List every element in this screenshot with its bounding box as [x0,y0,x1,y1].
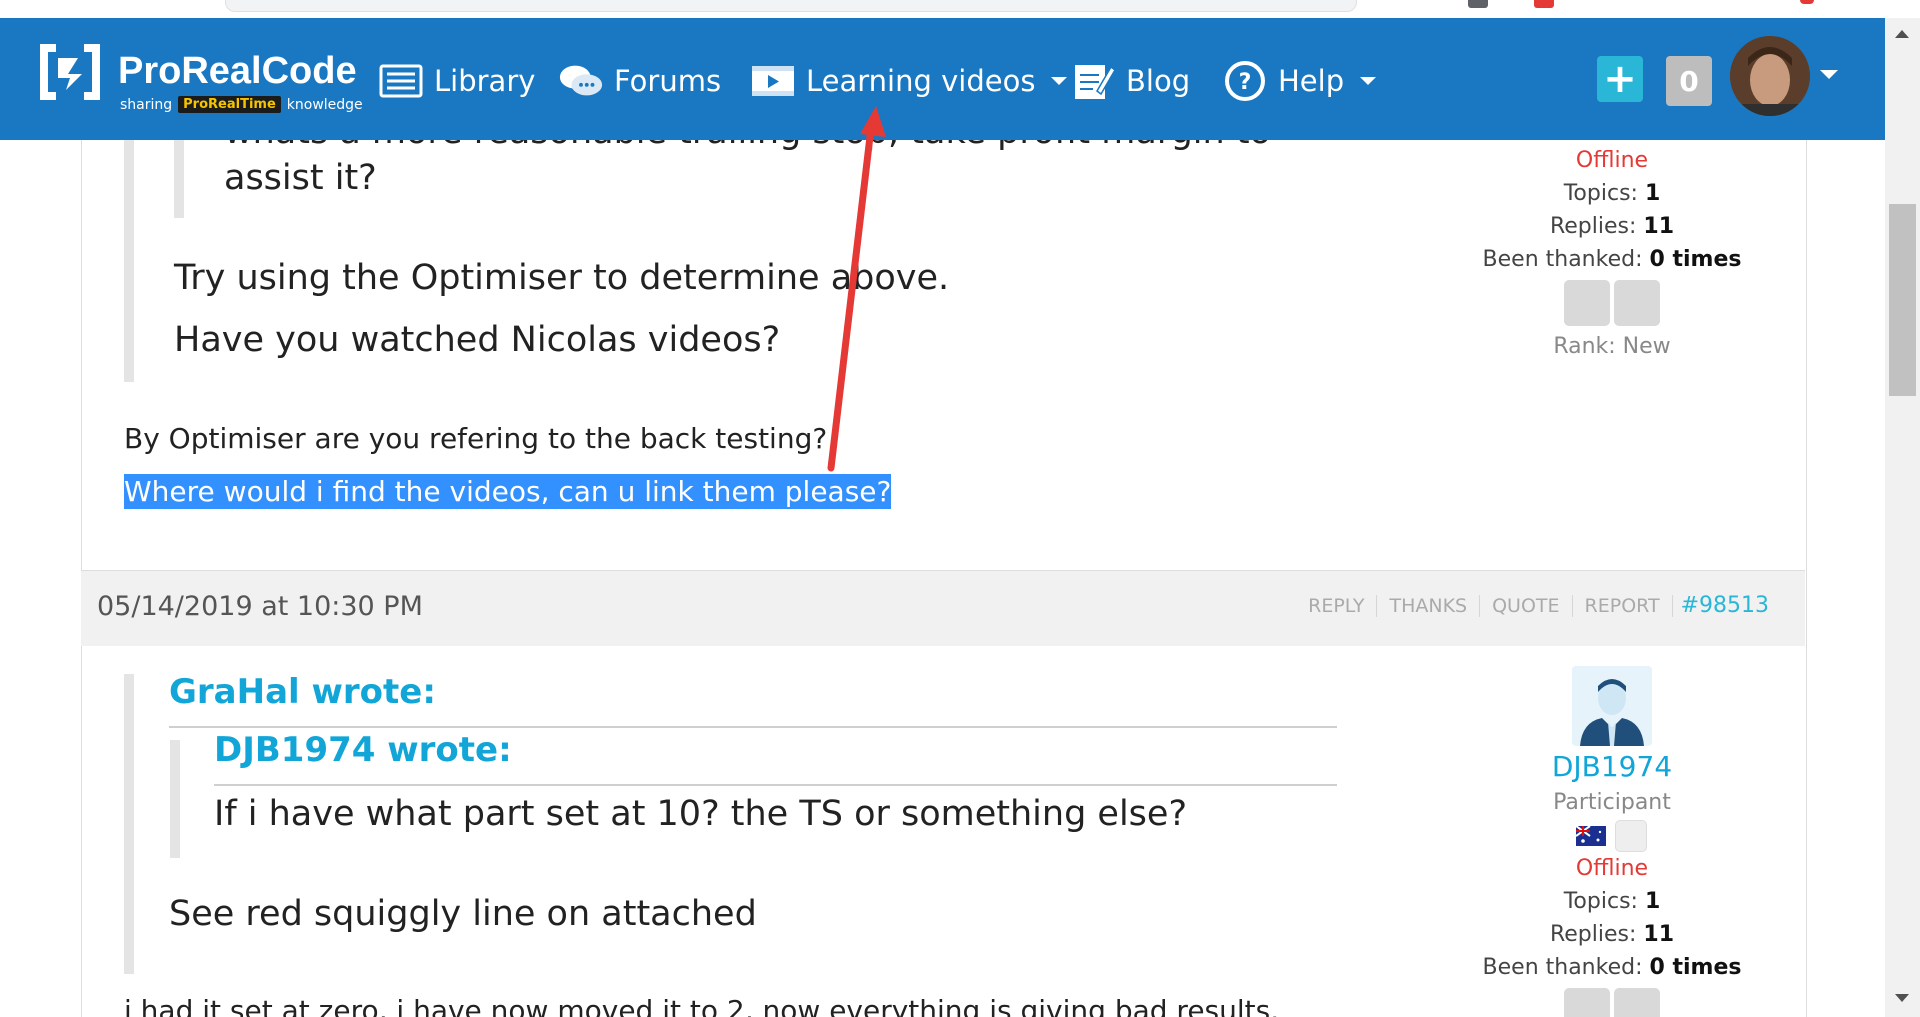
quote-text: whats a more reasonable trailing stop, t… [224,140,1271,152]
post-author-info: DJB1974 Participant Offline Topics: 1 Re… [1482,666,1742,1017]
quote-author: GraHal wrote: [169,672,436,712]
quote-text: See red squiggly line on attached [169,894,757,934]
user-badges [1482,819,1742,852]
scrollbar-thumb[interactable] [1889,204,1916,396]
extension-icon[interactable] [1800,0,1814,4]
report-link[interactable]: REPORT [1573,594,1673,617]
nav-help[interactable]: ? Help [1222,56,1377,106]
edit-icon[interactable] [1564,988,1610,1017]
quote-text: Have you watched Nicolas videos? [174,320,781,360]
nav-label: Learning videos [806,64,1036,98]
page-scrollbar[interactable] [1885,18,1920,1017]
quote-bar [170,740,180,858]
add-button[interactable]: + [1597,56,1643,102]
nav-blog[interactable]: Blog [1070,56,1190,106]
user-name[interactable]: DJB1974 [1482,748,1742,786]
megaphone-icon[interactable] [1614,280,1660,326]
video-icon [750,60,796,102]
chevron-down-icon [1360,77,1377,85]
site-header: ProRealCode sharing ProRealTime knowledg… [0,18,1885,140]
post-author-info: Offline Topics: 1 Replies: 11 Been thank… [1482,140,1742,363]
browser-toolbar-strip [0,0,1920,18]
quote-text: assist it? [224,158,377,198]
quote-text: If i have what part set at 10? the TS or… [214,794,1188,834]
logo-icon [40,44,100,100]
nav-library[interactable]: Library [378,56,535,106]
extension-icon[interactable] [1534,0,1554,8]
user-action-buttons [1482,984,1742,1017]
library-icon [378,60,424,102]
post-date: 05/14/2019 at 10:30 PM [97,591,423,622]
scroll-down-icon[interactable] [1895,994,1909,1002]
selected-post-text[interactable]: Where would i find the videos, can u lin… [124,474,892,509]
blog-icon [1070,60,1116,102]
user-action-buttons [1482,276,1742,330]
forum-post: GraHal wrote: DJB1974 wrote: If i have w… [81,646,1807,1017]
site-logo[interactable]: ProRealCode sharing ProRealTime knowledg… [30,40,363,120]
megaphone-icon[interactable] [1614,988,1660,1017]
user-topics: Topics: 1 [1563,889,1661,914]
nav-forums[interactable]: Forums [558,56,721,106]
reply-link[interactable]: REPLY [1296,594,1378,617]
user-status: Offline [1575,856,1649,881]
thanks-link[interactable]: THANKS [1377,594,1481,617]
extension-icon[interactable] [1468,0,1488,8]
quote-author: DJB1974 wrote: [214,730,512,770]
user-avatar[interactable] [1482,666,1742,748]
user-thanked: Been thanked: 0 times [1482,247,1742,272]
nav-learning-videos[interactable]: Learning videos [750,56,1068,106]
chevron-down-icon[interactable] [1820,70,1838,79]
quote-bar [174,140,184,218]
user-role: Participant [1553,790,1671,815]
post-text: i had it set at zero, i have now moved i… [124,994,1280,1017]
logo-name: ProRealCode [118,50,357,92]
post-header: 05/14/2019 at 10:30 PM REPLY THANKS QUOT… [81,570,1805,647]
post-text: By Optimiser are you refering to the bac… [124,422,828,455]
address-bar[interactable] [225,0,1357,12]
divider [169,726,1337,728]
post-actions: REPLY THANKS QUOTE REPORT #98513 [1296,593,1769,618]
nav-label: Forums [614,64,722,98]
user-replies: Replies: 11 [1549,214,1675,239]
quote-bar [124,674,134,974]
nav-label: Help [1278,64,1345,98]
divider [214,784,1337,786]
nav-label: Blog [1126,64,1191,98]
forum-thread: whats a more reasonable trailing stop, t… [0,140,1885,1017]
user-status: Offline [1575,148,1649,173]
post-permalink[interactable]: #98513 [1681,593,1769,618]
user-replies: Replies: 11 [1549,922,1675,947]
logo-tag-right: knowledge [286,96,363,113]
quote-text: Try using the Optimiser to determine abo… [174,258,950,298]
scroll-up-icon[interactable] [1895,30,1909,38]
logo-tag-pill: ProRealTime [178,96,281,113]
user-topics: Topics: 1 [1563,181,1661,206]
notifications-button[interactable]: 0 [1666,56,1712,106]
australia-flag-icon [1575,826,1606,846]
user-rank: Rank: New [1553,334,1671,359]
forums-icon [558,60,604,102]
quote-bar [124,140,134,382]
svg-text:?: ? [1239,70,1252,95]
logo-tag-left: sharing [120,96,173,113]
award-icon [1614,820,1647,852]
edit-icon[interactable] [1564,280,1610,326]
chevron-down-icon [1051,77,1068,85]
user-avatar[interactable] [1730,36,1810,116]
nav-label: Library [434,64,536,98]
logo-tagline: sharing ProRealTime knowledge [120,96,363,113]
quote-link[interactable]: QUOTE [1480,594,1573,617]
user-thanked: Been thanked: 0 times [1482,955,1742,980]
help-icon: ? [1222,60,1268,102]
